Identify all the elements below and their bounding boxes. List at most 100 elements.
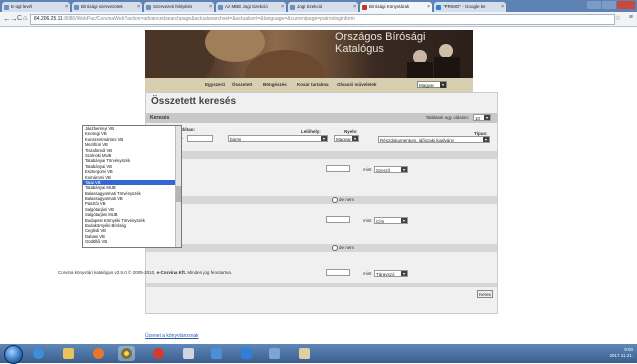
taskbar-app[interactable] bbox=[60, 346, 77, 361]
favicon-icon bbox=[290, 5, 295, 10]
system-tray[interactable]: 9:00 2017.11.21. bbox=[610, 347, 633, 359]
favicon-icon bbox=[74, 5, 79, 10]
radio-icon bbox=[332, 197, 338, 203]
search-button[interactable]: Keres bbox=[477, 290, 493, 298]
advanced-search-panel: Összetett keresés Keresés Találatok egy … bbox=[145, 92, 498, 314]
taskbar: 9:00 2017.11.21. bbox=[0, 344, 637, 364]
brand-name: e-Corvina Kft. bbox=[156, 270, 187, 275]
location-select[interactable]: bármi ▾ bbox=[228, 135, 328, 142]
results-per-page-select[interactable]: 10 ▾ bbox=[473, 114, 491, 121]
location-dropdown-list: Jászberényi VB Kecsegi VB Kunszentmártoni … bbox=[82, 125, 182, 248]
field-select[interactable]: Cím ▾ bbox=[374, 217, 408, 224]
nav-browse[interactable]: Böngészés bbox=[263, 82, 287, 87]
nav-simple-search[interactable]: Egyszerű bbox=[205, 82, 225, 87]
dropdown-scrollbar[interactable] bbox=[175, 126, 181, 247]
taskbar-app[interactable] bbox=[150, 346, 167, 361]
close-tab-icon[interactable]: × bbox=[137, 2, 140, 12]
and-not-radio[interactable]: de nem bbox=[332, 245, 354, 251]
results-per-page-label: Találatok egy oldalon: bbox=[425, 115, 469, 120]
year-label: Időtan: bbox=[180, 127, 195, 132]
favicon-icon bbox=[146, 5, 151, 10]
ie-icon bbox=[33, 348, 44, 359]
search-term-input[interactable] bbox=[326, 269, 350, 276]
favicon-icon bbox=[362, 5, 367, 10]
web-page: Országos Bírósági Katalógus Egyszerű Öss… bbox=[0, 27, 637, 344]
close-tab-icon[interactable]: × bbox=[427, 2, 430, 12]
address-bar[interactable]: 84.206.25.11:8080/WebPac/CorvinaWeb?acti… bbox=[30, 14, 615, 25]
main-navigation: Egyszerű Összetett Böngészés Kosár tarta… bbox=[145, 78, 473, 92]
close-tab-icon[interactable]: × bbox=[501, 2, 504, 12]
media-player-icon bbox=[93, 348, 104, 359]
skype-icon bbox=[241, 348, 252, 359]
close-tab-icon[interactable]: × bbox=[281, 2, 284, 12]
browser-tab[interactable]: E-ügl levél × bbox=[2, 2, 70, 12]
separator bbox=[146, 151, 497, 159]
minimize-button[interactable] bbox=[587, 1, 601, 9]
browser-tab[interactable]: "PRIMO" - Google ke × bbox=[434, 2, 506, 12]
folder-icon bbox=[63, 348, 74, 359]
browser-tab-bar: E-ügl levél × Bírósági szervezetek × Szerv… bbox=[0, 0, 637, 12]
and-not-radio[interactable]: de nem bbox=[332, 197, 354, 203]
separator bbox=[146, 196, 497, 204]
dropdown-option[interactable]: Gödöllői VB bbox=[83, 239, 181, 244]
mint-label: mint bbox=[363, 167, 372, 172]
chevron-down-icon: ▾ bbox=[321, 136, 327, 141]
app-icon bbox=[211, 348, 222, 359]
taskbar-app[interactable] bbox=[30, 346, 47, 361]
year-to-input[interactable] bbox=[187, 135, 213, 142]
browser-tab[interactable]: Szervezeti felépítés × bbox=[144, 2, 214, 12]
page-title: Összetett keresés bbox=[151, 96, 237, 107]
person-photo bbox=[439, 44, 453, 58]
taskbar-app-active[interactable] bbox=[118, 346, 135, 361]
browser-tab-active[interactable]: Bírósági Könyvtárak × bbox=[360, 2, 432, 12]
taskbar-app[interactable] bbox=[180, 346, 197, 361]
footer-copyright: Corvina könyvtári katalógus v3.5.0 © 200… bbox=[58, 270, 232, 275]
favicon-icon bbox=[436, 5, 441, 10]
section-label: Keresés bbox=[150, 115, 170, 121]
person-photo bbox=[434, 57, 460, 78]
app-icon bbox=[153, 348, 164, 359]
taskbar-app[interactable] bbox=[90, 346, 107, 361]
language-label: Nyelv: bbox=[344, 129, 358, 134]
person-photo bbox=[407, 62, 433, 78]
search-term-input[interactable] bbox=[326, 165, 350, 172]
close-tab-icon[interactable]: × bbox=[353, 2, 356, 12]
close-tab-icon[interactable]: × bbox=[65, 2, 68, 12]
type-select[interactable]: Részdokumentum, időszaki kiadvány ▾ bbox=[378, 136, 490, 143]
chevron-down-icon: ▾ bbox=[484, 115, 490, 120]
language-filter-select[interactable]: Magyar ▾ bbox=[334, 135, 359, 142]
browser-tab[interactable]: Bírósági szervezetek × bbox=[72, 2, 142, 12]
nav-reader-operations[interactable]: Olvasói műveletek bbox=[337, 82, 377, 87]
start-button[interactable] bbox=[4, 345, 23, 364]
taskbar-app[interactable] bbox=[208, 346, 225, 361]
search-term-input[interactable] bbox=[326, 216, 350, 223]
window-controls bbox=[586, 1, 635, 10]
chrome-icon bbox=[121, 348, 132, 359]
taskbar-app[interactable] bbox=[296, 346, 313, 361]
nav-advanced-search[interactable]: Összetett bbox=[232, 82, 252, 87]
mint-label: mint bbox=[363, 271, 372, 276]
field-select[interactable]: Szerző ▾ bbox=[374, 166, 408, 173]
app-icon bbox=[269, 348, 280, 359]
browser-tab[interactable]: Jogi Szekció × bbox=[288, 2, 358, 12]
language-select[interactable]: Magyar ▾ bbox=[417, 81, 447, 88]
menu-wrench-icon[interactable]: ≡ bbox=[629, 14, 633, 21]
favicon-icon bbox=[218, 5, 223, 10]
chevron-down-icon: ▾ bbox=[401, 218, 407, 223]
maximize-button[interactable] bbox=[602, 1, 616, 9]
nav-basket[interactable]: Kosár tartalma bbox=[297, 82, 329, 87]
message-librarian-link[interactable]: Üzenet a könyvtárosnak bbox=[145, 333, 199, 339]
close-window-button[interactable] bbox=[617, 1, 635, 9]
reload-icon[interactable]: C bbox=[17, 14, 22, 24]
taskbar-app[interactable] bbox=[238, 346, 255, 361]
browser-tab[interactable]: Az MBE Jogi Szekció × bbox=[216, 2, 286, 12]
close-tab-icon[interactable]: × bbox=[209, 2, 212, 12]
bookmark-star-icon[interactable]: ☆ bbox=[615, 14, 621, 22]
paint-icon bbox=[299, 348, 310, 359]
chevron-down-icon: ▾ bbox=[401, 167, 407, 172]
scrollbar-thumb[interactable] bbox=[176, 186, 181, 202]
taskbar-app[interactable] bbox=[266, 346, 283, 361]
home-icon[interactable]: ⌂ bbox=[23, 14, 27, 24]
field-select[interactable]: Tárgyszó ▾ bbox=[374, 270, 408, 277]
location-label: Lelőhely: bbox=[301, 129, 321, 134]
